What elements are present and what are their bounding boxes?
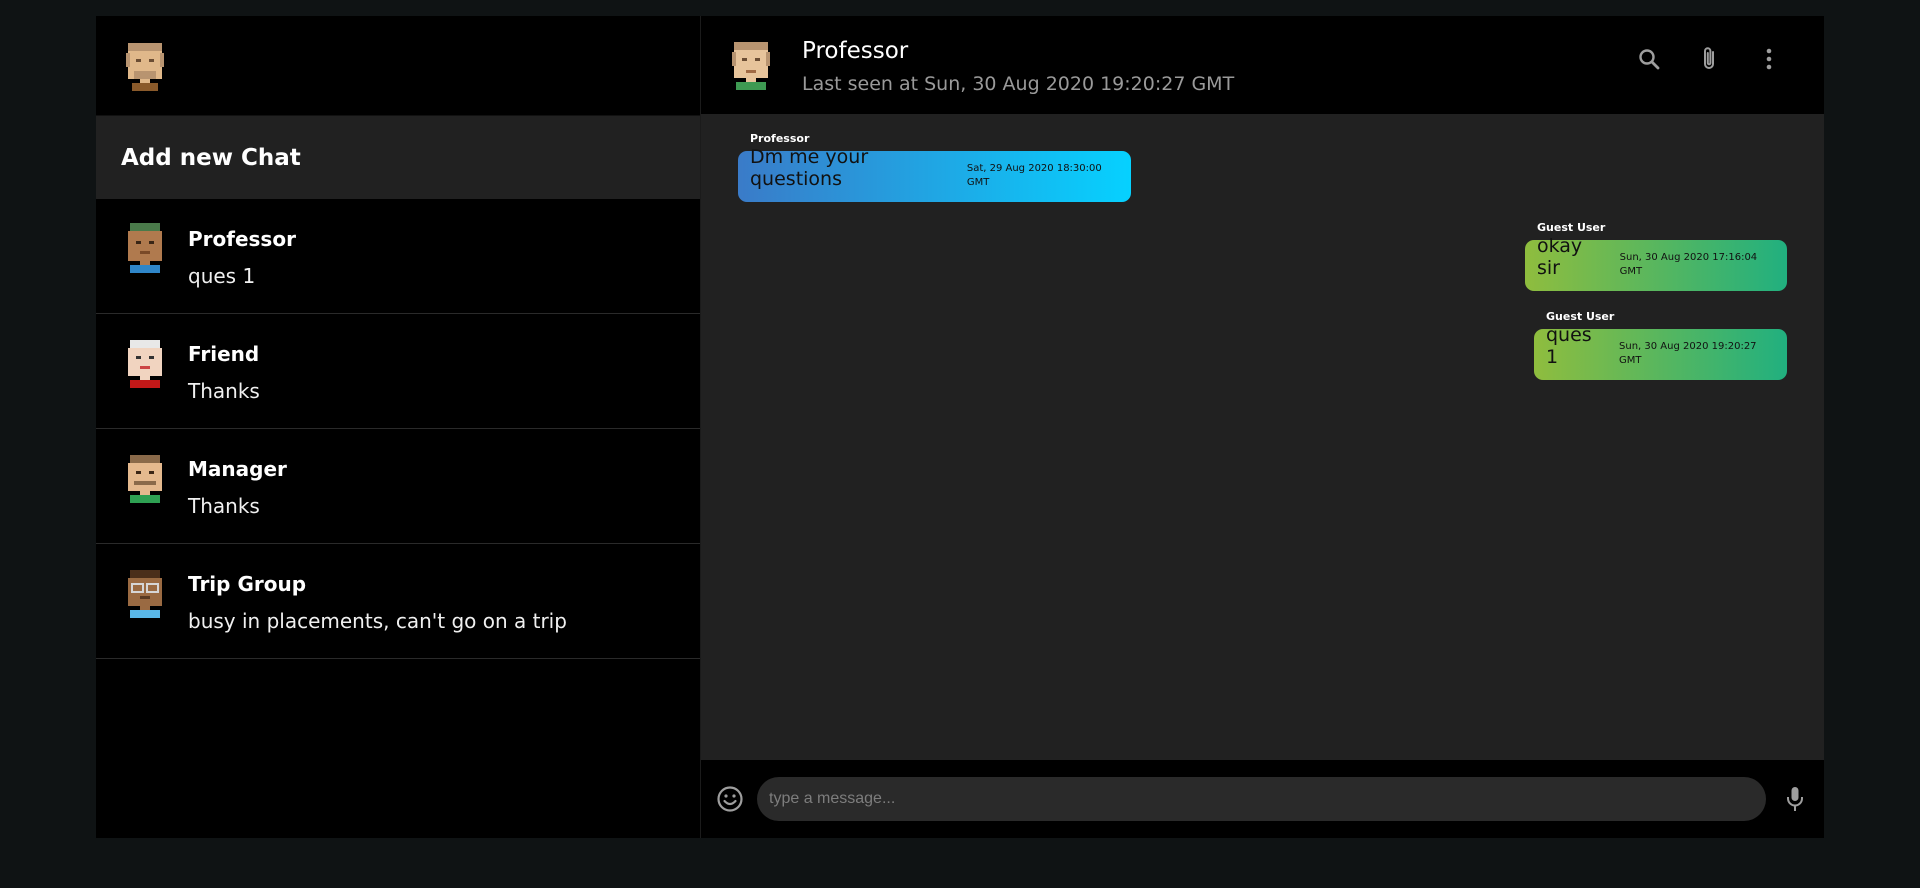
message-time: Sun, 30 Aug 2020 19:20:27 GMT [1619, 341, 1757, 366]
user-avatar[interactable] [124, 41, 166, 91]
chat-list-item[interactable]: Manager Thanks [96, 429, 700, 544]
message-time: Sun, 30 Aug 2020 17:16:04 GMT [1619, 252, 1758, 277]
chat-name: Professor [188, 227, 296, 251]
message-input[interactable] [757, 777, 1766, 821]
composer [701, 760, 1824, 838]
avatar [128, 570, 162, 618]
chat-list-item[interactable]: Professor ques 1 [96, 199, 700, 314]
chat-pane: Professor Last seen at Sun, 30 Aug 2020 … [701, 16, 1824, 838]
message-list: Professor Dm me your questions Sat, 29 A… [701, 114, 1824, 760]
message-bubble: Dm me your questions Sat, 29 Aug 2020 18… [738, 146, 1131, 202]
paperclip-icon[interactable] [1694, 44, 1724, 74]
message-text: ques 1 [1546, 324, 1592, 368]
message-incoming: Professor Dm me your questions Sat, 29 A… [738, 132, 1131, 202]
chat-name: Friend [188, 342, 260, 366]
chat-last-message: busy in placements, can't go on a trip [188, 609, 567, 633]
sidebar: Add new Chat Professor ques 1 Friend Tha… [96, 16, 701, 838]
contact-name: Professor [802, 37, 909, 64]
message-sender: Guest User [1537, 221, 1606, 234]
header-actions [1634, 44, 1784, 74]
avatar [128, 340, 162, 388]
chat-last-message: Thanks [188, 494, 260, 518]
chat-info: Friend Thanks [188, 341, 260, 404]
message-bubble: ques 1 Sun, 30 Aug 2020 19:20:27 GMT [1534, 324, 1787, 380]
more-vertical-icon[interactable] [1754, 44, 1784, 74]
sidebar-header [96, 16, 700, 116]
message-outgoing: Guest User ques 1 Sun, 30 Aug 2020 19:20… [1534, 310, 1787, 380]
chat-list-item[interactable]: Trip Group busy in placements, can't go … [96, 544, 700, 659]
chat-name: Trip Group [188, 572, 307, 596]
message-sender: Guest User [1546, 310, 1615, 323]
chat-list-item[interactable]: Friend Thanks [96, 314, 700, 429]
chat-last-message: ques 1 [188, 264, 256, 288]
message-text: Dm me your questions [750, 146, 869, 190]
contact-info: Professor Last seen at Sun, 30 Aug 2020 … [802, 36, 1234, 95]
chat-info: Trip Group busy in placements, can't go … [188, 571, 567, 634]
message-bubble: okay sir Sun, 30 Aug 2020 17:16:04 GMT [1525, 235, 1787, 291]
chat-header: Professor Last seen at Sun, 30 Aug 2020 … [701, 16, 1824, 114]
message-time: Sat, 29 Aug 2020 18:30:00 GMT [966, 163, 1102, 188]
message-text: okay sir [1537, 235, 1583, 279]
microphone-icon[interactable] [1780, 784, 1810, 814]
message-sender: Professor [750, 132, 810, 145]
app-window: Add new Chat Professor ques 1 Friend Tha… [96, 16, 1824, 838]
message-outgoing: Guest User okay sir Sun, 30 Aug 2020 17:… [1525, 221, 1787, 291]
chat-info: Professor ques 1 [188, 226, 296, 289]
chat-name: Manager [188, 457, 287, 481]
avatar [128, 455, 162, 503]
search-icon[interactable] [1634, 44, 1664, 74]
last-seen: Last seen at Sun, 30 Aug 2020 19:20:27 G… [802, 72, 1235, 95]
chat-last-message: Thanks [188, 379, 260, 403]
chat-info: Manager Thanks [188, 456, 287, 519]
emoji-icon[interactable] [715, 784, 745, 814]
contact-avatar[interactable] [730, 40, 772, 90]
avatar [128, 223, 162, 273]
add-new-chat-button[interactable]: Add new Chat [96, 116, 700, 199]
